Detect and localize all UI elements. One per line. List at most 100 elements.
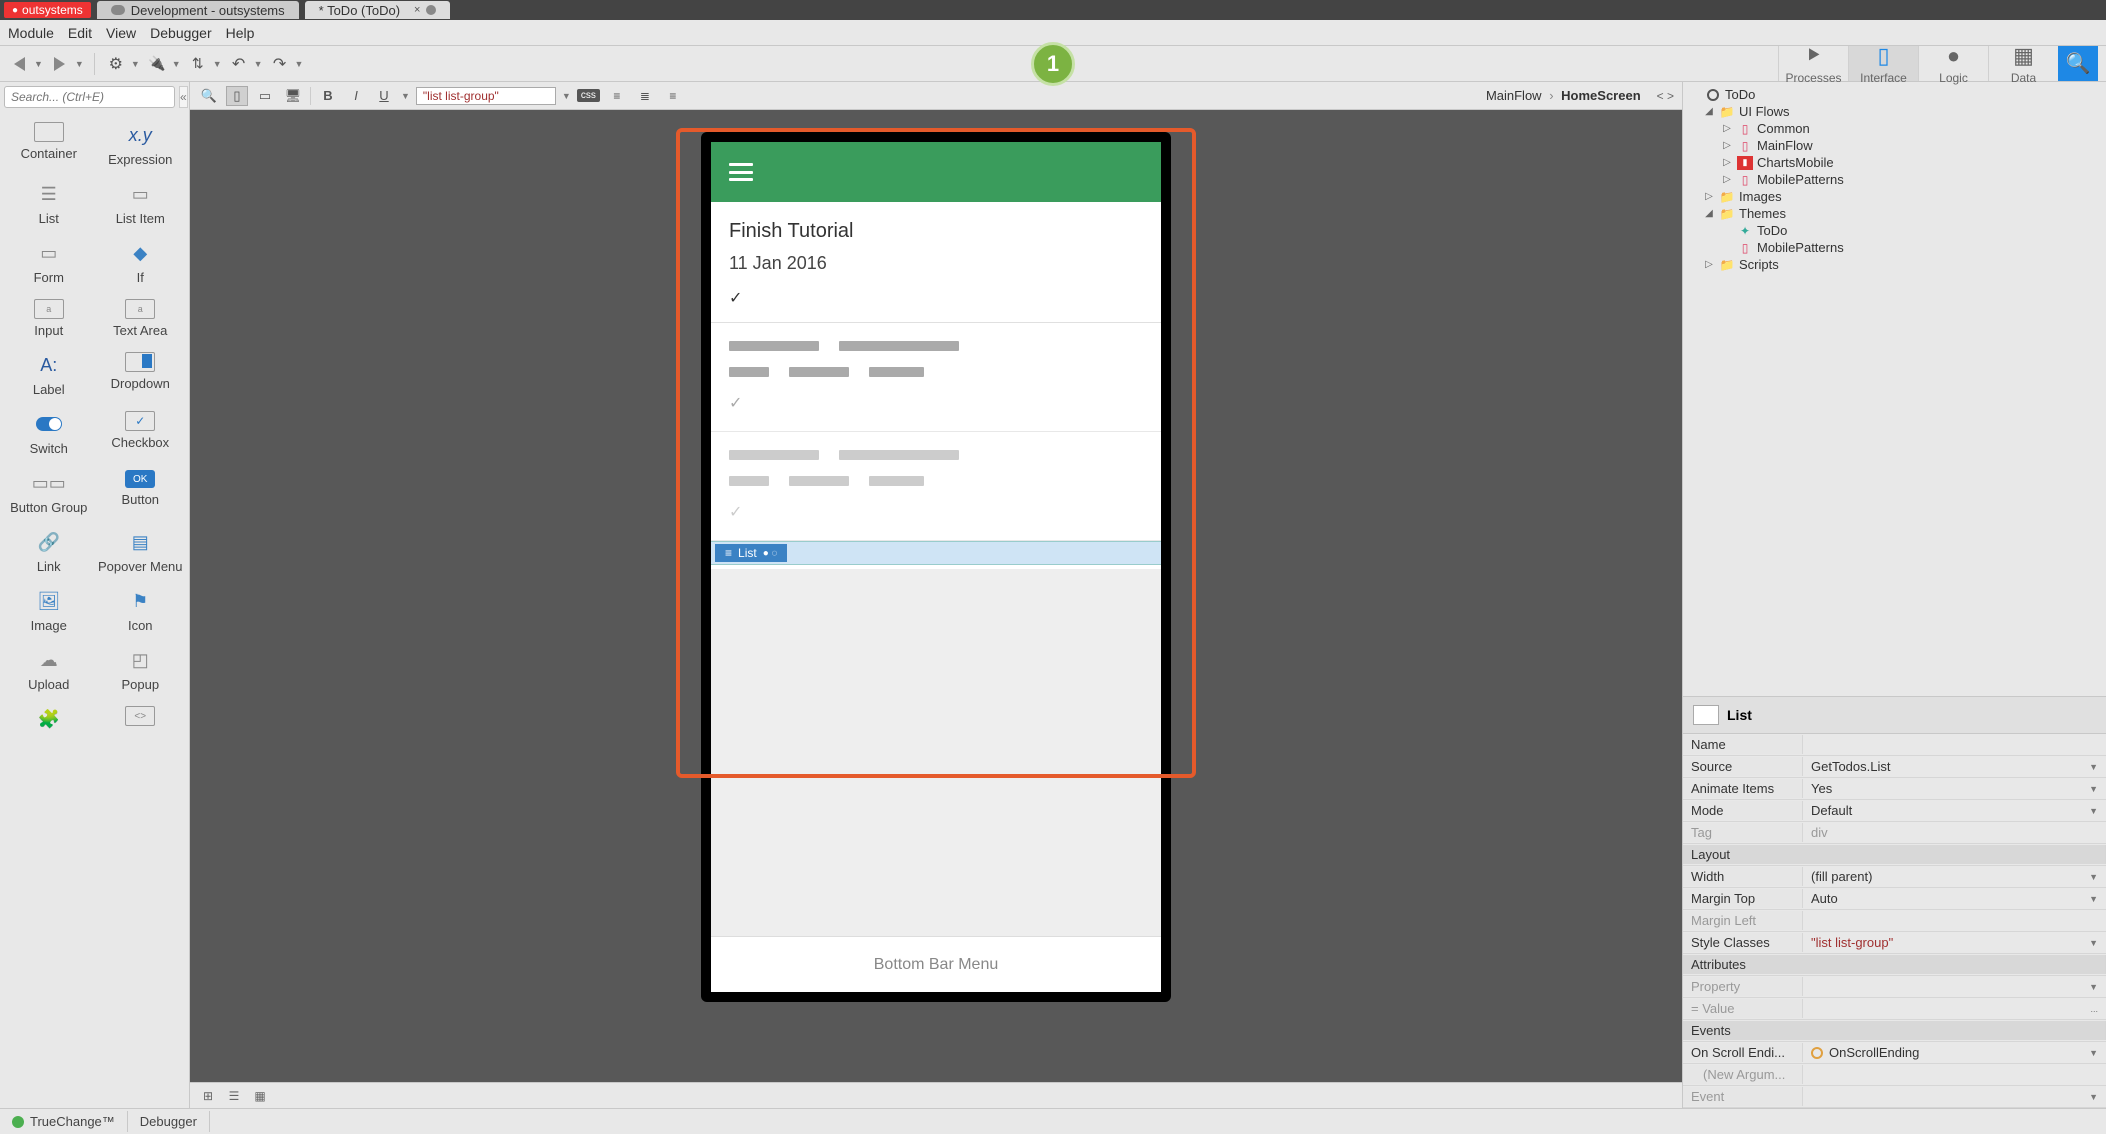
style-classes-input[interactable] — [416, 87, 556, 105]
menu-view[interactable]: View — [106, 25, 136, 41]
list-item[interactable]: ✓ — [711, 432, 1161, 541]
dropdown-icon[interactable]: ▼ — [75, 59, 84, 69]
widget-expression[interactable]: x.yExpression — [96, 116, 186, 173]
device-desktop-button[interactable]: 🖥 — [282, 86, 304, 106]
menu-debugger[interactable]: Debugger — [150, 25, 212, 41]
widget-html[interactable]: <> — [96, 700, 186, 738]
prop-property[interactable]: Property▼ — [1683, 976, 2106, 998]
tree-mainflow[interactable]: ▷▯MainFlow — [1685, 137, 2104, 154]
collapse-toolbox-button[interactable]: « — [179, 86, 188, 108]
widget-icon[interactable]: ⚑Icon — [96, 582, 186, 639]
canvas[interactable]: Finish Tutorial 11 Jan 2016 ✓ ✓ — [190, 110, 1682, 1082]
widget-image[interactable]: 🖼Image — [4, 582, 94, 639]
compare-button[interactable] — [187, 53, 209, 75]
widget-input[interactable]: aInput — [4, 293, 94, 344]
menu-edit[interactable]: Edit — [68, 25, 92, 41]
prop-style-classes[interactable]: Style Classes"list list-group"▼ — [1683, 932, 2106, 954]
tree-charts[interactable]: ▷▮ChartsMobile — [1685, 154, 2104, 171]
tree-uiflows[interactable]: ◢📁UI Flows — [1685, 103, 2104, 120]
zoom-button[interactable]: 🔍 — [198, 86, 220, 106]
widget-dropdown[interactable]: Dropdown — [96, 346, 186, 403]
list-item[interactable]: Finish Tutorial 11 Jan 2016 ✓ — [711, 202, 1161, 323]
tree-common[interactable]: ▷▯Common — [1685, 120, 2104, 137]
prop-new-argument[interactable]: (New Argum... — [1683, 1064, 2106, 1086]
code-view-toggle[interactable]: < > — [1657, 89, 1674, 103]
list-widget-selection[interactable]: ≡List ● ◌ — [711, 541, 1161, 565]
prop-mode[interactable]: ModeDefault▼ — [1683, 800, 2106, 822]
tree-theme-patterns[interactable]: ▯MobilePatterns — [1685, 239, 2104, 256]
prop-name[interactable]: Name — [1683, 734, 2106, 756]
widget-popup[interactable]: ◰Popup — [96, 641, 186, 698]
widget-container[interactable]: Container — [4, 116, 94, 173]
list-item[interactable]: ✓ — [711, 323, 1161, 432]
tree-images[interactable]: ▷📁Images — [1685, 188, 2104, 205]
underline-button[interactable]: U — [373, 86, 395, 106]
menu-help[interactable]: Help — [226, 25, 255, 41]
tree-scripts[interactable]: ▷📁Scripts — [1685, 256, 2104, 273]
bottom-bar-placeholder[interactable]: Bottom Bar Menu — [711, 936, 1161, 992]
nav-back-button[interactable] — [8, 53, 30, 75]
widget-button-group[interactable]: ▭▭Button Group — [4, 464, 94, 521]
widget-link[interactable]: 🔗Link — [4, 523, 94, 580]
widget-checkbox[interactable]: ✓Checkbox — [96, 405, 186, 462]
dropdown-icon[interactable]: ▼ — [172, 59, 181, 69]
widget-textarea[interactable]: aText Area — [96, 293, 186, 344]
tab-todo[interactable]: * ToDo (ToDo)× — [305, 1, 451, 19]
nav-forward-button[interactable] — [49, 53, 71, 75]
tab-development[interactable]: Development - outsystems — [97, 1, 299, 19]
prop-tag[interactable]: Tagdiv — [1683, 822, 2106, 844]
prop-animate[interactable]: Animate ItemsYes▼ — [1683, 778, 2106, 800]
widget-form[interactable]: ▭Form — [4, 234, 94, 291]
tab-processes[interactable]: ⯈Processes — [1778, 46, 1848, 81]
dropdown-icon[interactable]: ▼ — [562, 91, 571, 101]
prop-width[interactable]: Width(fill parent)▼ — [1683, 866, 2106, 888]
dropdown-icon[interactable]: ▼ — [34, 59, 43, 69]
dropdown-icon[interactable]: ▼ — [295, 59, 304, 69]
device-tablet-button[interactable]: ▭ — [254, 86, 276, 106]
hamburger-icon[interactable] — [729, 163, 753, 181]
tree-theme-todo[interactable]: ✦ToDo — [1685, 222, 2104, 239]
align-left-button[interactable]: ≡ — [606, 86, 628, 106]
widget-label[interactable]: A:Label — [4, 346, 94, 403]
widgets-view-button[interactable]: ⊞ — [198, 1087, 218, 1105]
close-icon[interactable]: × — [414, 4, 420, 16]
dropdown-icon[interactable]: ▼ — [131, 59, 140, 69]
tab-data[interactable]: ▦Data — [1988, 46, 2058, 81]
widget-popover[interactable]: ▤Popover Menu — [96, 523, 186, 580]
widget-block[interactable]: 🧩 — [4, 700, 94, 738]
dropdown-icon[interactable]: ▼ — [254, 59, 263, 69]
undo-button[interactable] — [228, 53, 250, 75]
redo-button[interactable] — [269, 53, 291, 75]
tree-themes[interactable]: ◢📁Themes — [1685, 205, 2104, 222]
breadcrumb-flow[interactable]: MainFlow — [1486, 88, 1542, 103]
widget-list[interactable]: ☰List — [4, 175, 94, 232]
prop-event[interactable]: Event▼ — [1683, 1086, 2106, 1108]
italic-button[interactable]: I — [345, 86, 367, 106]
element-tree[interactable]: ToDo ◢📁UI Flows ▷▯Common ▷▯MainFlow ▷▮Ch… — [1683, 82, 2106, 696]
grid-view-button[interactable]: ▦ — [250, 1087, 270, 1105]
css-badge[interactable]: css — [577, 89, 600, 102]
prop-margin-top[interactable]: Margin TopAuto▼ — [1683, 888, 2106, 910]
dropdown-icon[interactable]: ▼ — [213, 59, 222, 69]
align-right-button[interactable]: ≡ — [662, 86, 684, 106]
screen-content[interactable]: Finish Tutorial 11 Jan 2016 ✓ ✓ — [711, 202, 1161, 569]
device-phone-button[interactable]: ▯ — [226, 86, 248, 106]
truechange-tab[interactable]: TrueChange™ — [0, 1111, 128, 1132]
tree-root[interactable]: ToDo — [1685, 86, 2104, 103]
widget-upload[interactable]: ☁Upload — [4, 641, 94, 698]
widget-if[interactable]: ◆If — [96, 234, 186, 291]
tree-view-button[interactable]: ☰ — [224, 1087, 244, 1105]
debugger-tab[interactable]: Debugger — [128, 1111, 210, 1132]
global-search-button[interactable]: 🔍 — [2058, 46, 2098, 81]
empty-area[interactable] — [711, 569, 1161, 936]
settings-button[interactable] — [105, 53, 127, 75]
connection-button[interactable] — [146, 53, 168, 75]
widget-switch[interactable]: Switch — [4, 405, 94, 462]
prop-value[interactable]: = Value... — [1683, 998, 2106, 1020]
menu-module[interactable]: Module — [8, 25, 54, 41]
dropdown-icon[interactable]: ▼ — [401, 91, 410, 101]
breadcrumb-screen[interactable]: HomeScreen — [1561, 88, 1640, 103]
tree-mobilepatterns[interactable]: ▷▯MobilePatterns — [1685, 171, 2104, 188]
tab-interface[interactable]: ▯Interface — [1848, 46, 1918, 81]
prop-onscrollending[interactable]: On Scroll Endi...OnScrollEnding▼ — [1683, 1042, 2106, 1064]
